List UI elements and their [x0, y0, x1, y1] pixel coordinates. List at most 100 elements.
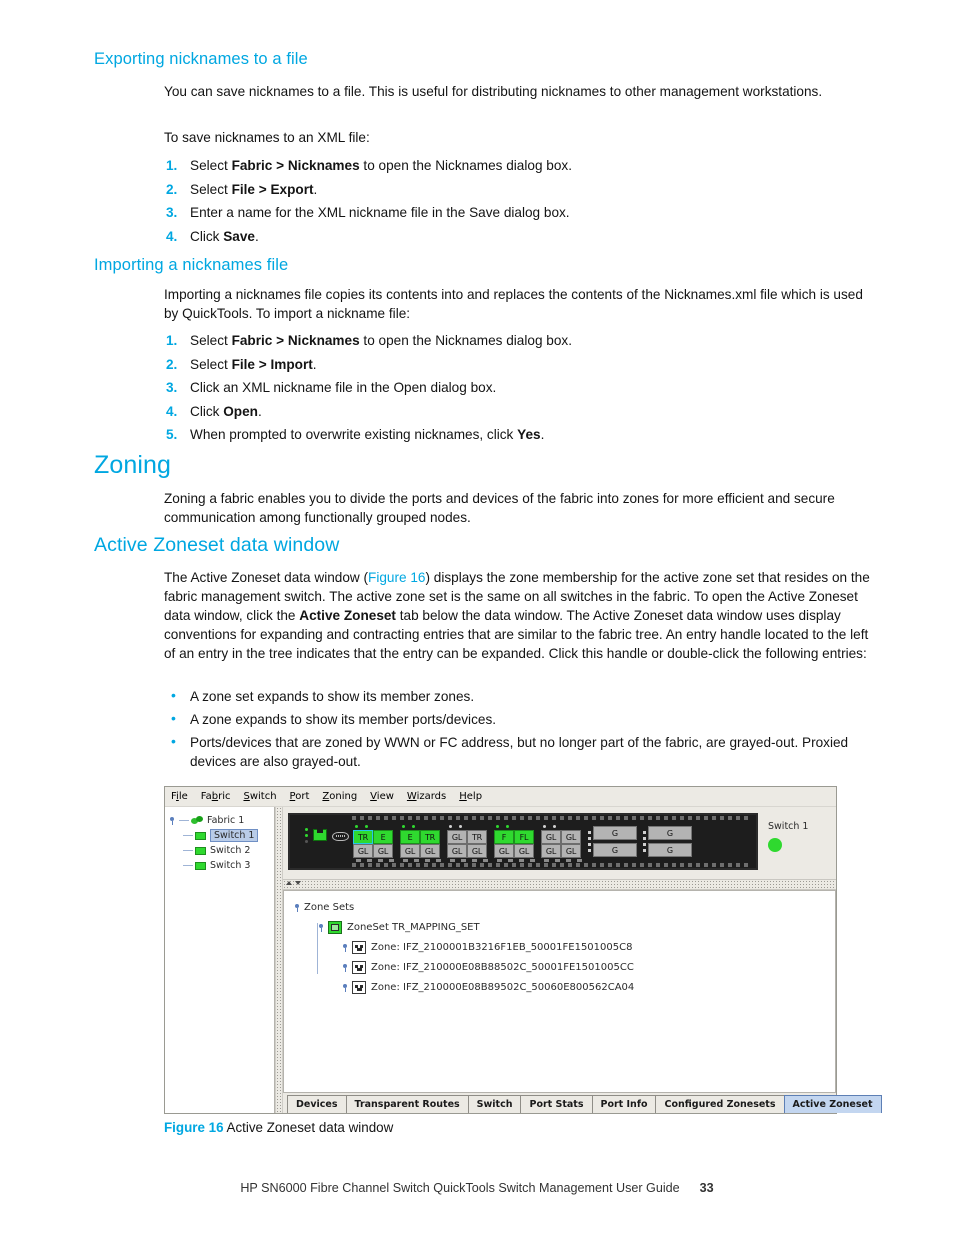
zoneset-tree-zoneset[interactable]: ZoneSet TR_MAPPING_SET — [292, 917, 835, 937]
menu-item-port[interactable]: Port — [290, 791, 310, 802]
port-row-bottom: GL GL — [494, 844, 534, 858]
chevron-down-icon — [295, 881, 301, 885]
tab-switch[interactable]: Switch — [467, 1095, 522, 1113]
port-tile[interactable]: GL — [400, 844, 420, 858]
expand-handle-icon[interactable] — [342, 963, 351, 972]
port-tile[interactable]: F — [494, 830, 514, 844]
tab-active-zoneset[interactable]: Active Zoneset — [783, 1095, 882, 1113]
port-group-1: TR E GL GL — [353, 825, 394, 862]
port-tile[interactable]: GL — [541, 844, 561, 858]
expand-handle-icon[interactable] — [342, 943, 351, 952]
step-text-pre: Enter a name for the XML nickname file i… — [190, 205, 570, 220]
menu-item-help[interactable]: Help — [459, 791, 482, 802]
tab-transparent-routes[interactable]: Transparent Routes — [345, 1095, 469, 1113]
port-group-3: GL TR GL GL — [447, 825, 488, 862]
bullet-text: Ports/devices that are zoned by WWN or F… — [190, 735, 849, 769]
horizontal-splitter[interactable] — [283, 879, 836, 890]
step-text-pre: Select — [190, 333, 232, 348]
tree-item-switch-3[interactable]: Switch 3 — [169, 858, 274, 873]
step-number: 3. — [166, 205, 178, 220]
port-tile[interactable]: GL — [420, 844, 440, 858]
step-number: 1. — [166, 158, 178, 173]
menu-item-zoning[interactable]: Zoning — [322, 791, 357, 802]
port-tile[interactable]: E — [400, 830, 420, 844]
zoneset-icon — [328, 920, 342, 934]
gport-tile[interactable]: G — [593, 826, 637, 840]
tab-port-stats[interactable]: Port Stats — [520, 1095, 593, 1113]
port-tile[interactable]: TR — [353, 830, 373, 844]
menu-item-file[interactable]: File — [171, 791, 188, 802]
list-item: 5. When prompted to overwrite existing n… — [164, 425, 864, 444]
port-group-2: E TR GL GL — [400, 825, 441, 862]
vertical-splitter[interactable] — [275, 807, 283, 1113]
bullets-active-zoneset: • A zone set expands to show its member z… — [164, 687, 874, 775]
tab-devices[interactable]: Devices — [287, 1095, 347, 1113]
port-grid: GL GL GL GL — [541, 830, 581, 858]
gport-tile[interactable]: G — [648, 826, 692, 840]
menu-item-switch[interactable]: Switch — [243, 791, 276, 802]
heading-exporting-nicknames: Exporting nicknames to a file — [94, 50, 308, 68]
chevron-up-icon — [286, 881, 292, 885]
tree-item-switch-1[interactable]: Switch 1 — [169, 828, 274, 843]
port-group-feet — [356, 859, 394, 862]
gport-tile[interactable]: G — [648, 843, 692, 857]
expand-handle-icon[interactable] — [294, 903, 303, 912]
port-tile[interactable]: GL — [353, 844, 373, 858]
step-number: 4. — [166, 228, 178, 244]
fabric-icon — [191, 815, 203, 826]
step-text-bold: Fabric > Nicknames — [231, 333, 360, 348]
port-group-leds — [449, 825, 462, 828]
port-tile[interactable]: GL — [541, 830, 561, 844]
tree-label-switch-3: Switch 3 — [210, 860, 251, 871]
step-text-bold: File > Export — [231, 181, 314, 197]
tree-item-fabric[interactable]: Fabric 1 — [169, 813, 274, 828]
port-tile[interactable]: GL — [514, 844, 534, 858]
step-number: 5. — [166, 427, 178, 442]
port-tile[interactable]: GL — [373, 844, 393, 858]
tree-item-switch-2[interactable]: Switch 2 — [169, 843, 274, 858]
zoneset-tree-zone[interactable]: Zone: IFZ_2100001B3216F1EB_50001FE150100… — [292, 937, 835, 957]
port-tile[interactable]: GL — [561, 830, 581, 844]
zoneset-tree-zone[interactable]: Zone: IFZ_210000E08B89502C_50060E800562C… — [292, 977, 835, 997]
expand-handle-icon[interactable] — [318, 923, 327, 932]
step-text-bold: Save — [223, 228, 255, 244]
paragraph-exporting-lead: To save nicknames to an XML file: — [164, 130, 370, 145]
list-item: 1. Select Fabric > Nicknames to open the… — [164, 331, 864, 350]
list-item: 2. Select File > Import. — [164, 355, 864, 374]
heading-importing-nicknames: Importing a nicknames file — [94, 256, 289, 274]
bullet-icon: • — [171, 687, 176, 703]
zoneset-label: ZoneSet TR_MAPPING_SET — [347, 921, 480, 933]
port-tile[interactable]: GL — [561, 844, 581, 858]
list-item: 1. Select Fabric > Nicknames to open the… — [164, 156, 864, 175]
footer-title: HP SN6000 Fibre Channel Switch QuickTool… — [240, 1181, 680, 1195]
menu-item-wizards[interactable]: Wizards — [407, 791, 446, 802]
menu-item-view[interactable]: View — [370, 791, 394, 802]
menu-item-fabric[interactable]: Fabric — [201, 791, 231, 802]
port-group-feet — [497, 859, 535, 862]
step-text-pre: Select — [190, 181, 232, 197]
tab-configured-zonesets[interactable]: Configured Zonesets — [655, 1095, 785, 1113]
port-tile[interactable]: GL — [447, 844, 467, 858]
gport-group-2: G G — [643, 826, 692, 857]
list-item: 4. Click Save. — [164, 227, 864, 246]
expand-handle-icon[interactable] — [169, 816, 178, 825]
port-tile[interactable]: E — [373, 830, 393, 844]
zoneset-tree-zone[interactable]: Zone: IFZ_210000E08B88502C_50001FE150100… — [292, 957, 835, 977]
splitter-arrows[interactable] — [286, 881, 301, 885]
port-tile[interactable]: GL — [494, 844, 514, 858]
port-tile[interactable]: TR — [467, 830, 487, 844]
figure-cross-reference-link[interactable]: Figure 16 — [368, 570, 425, 585]
list-item: • Ports/devices that are zoned by WWN or … — [164, 733, 874, 771]
port-tile[interactable]: GL — [467, 844, 487, 858]
expand-handle-icon[interactable] — [342, 983, 351, 992]
figure-number: Figure 16 — [164, 1120, 224, 1135]
zoneset-tree-root[interactable]: Zone Sets — [292, 897, 835, 917]
switch-icon — [195, 861, 206, 870]
gport-tile[interactable]: G — [593, 843, 637, 857]
port-tile[interactable]: TR — [420, 830, 440, 844]
tab-port-info[interactable]: Port Info — [591, 1095, 657, 1113]
step-text-post: to open the Nicknames dialog box. — [359, 158, 572, 173]
document-page: Exporting nicknames to a file You can sa… — [0, 0, 954, 1235]
port-tile[interactable]: GL — [447, 830, 467, 844]
port-tile[interactable]: FL — [514, 830, 534, 844]
